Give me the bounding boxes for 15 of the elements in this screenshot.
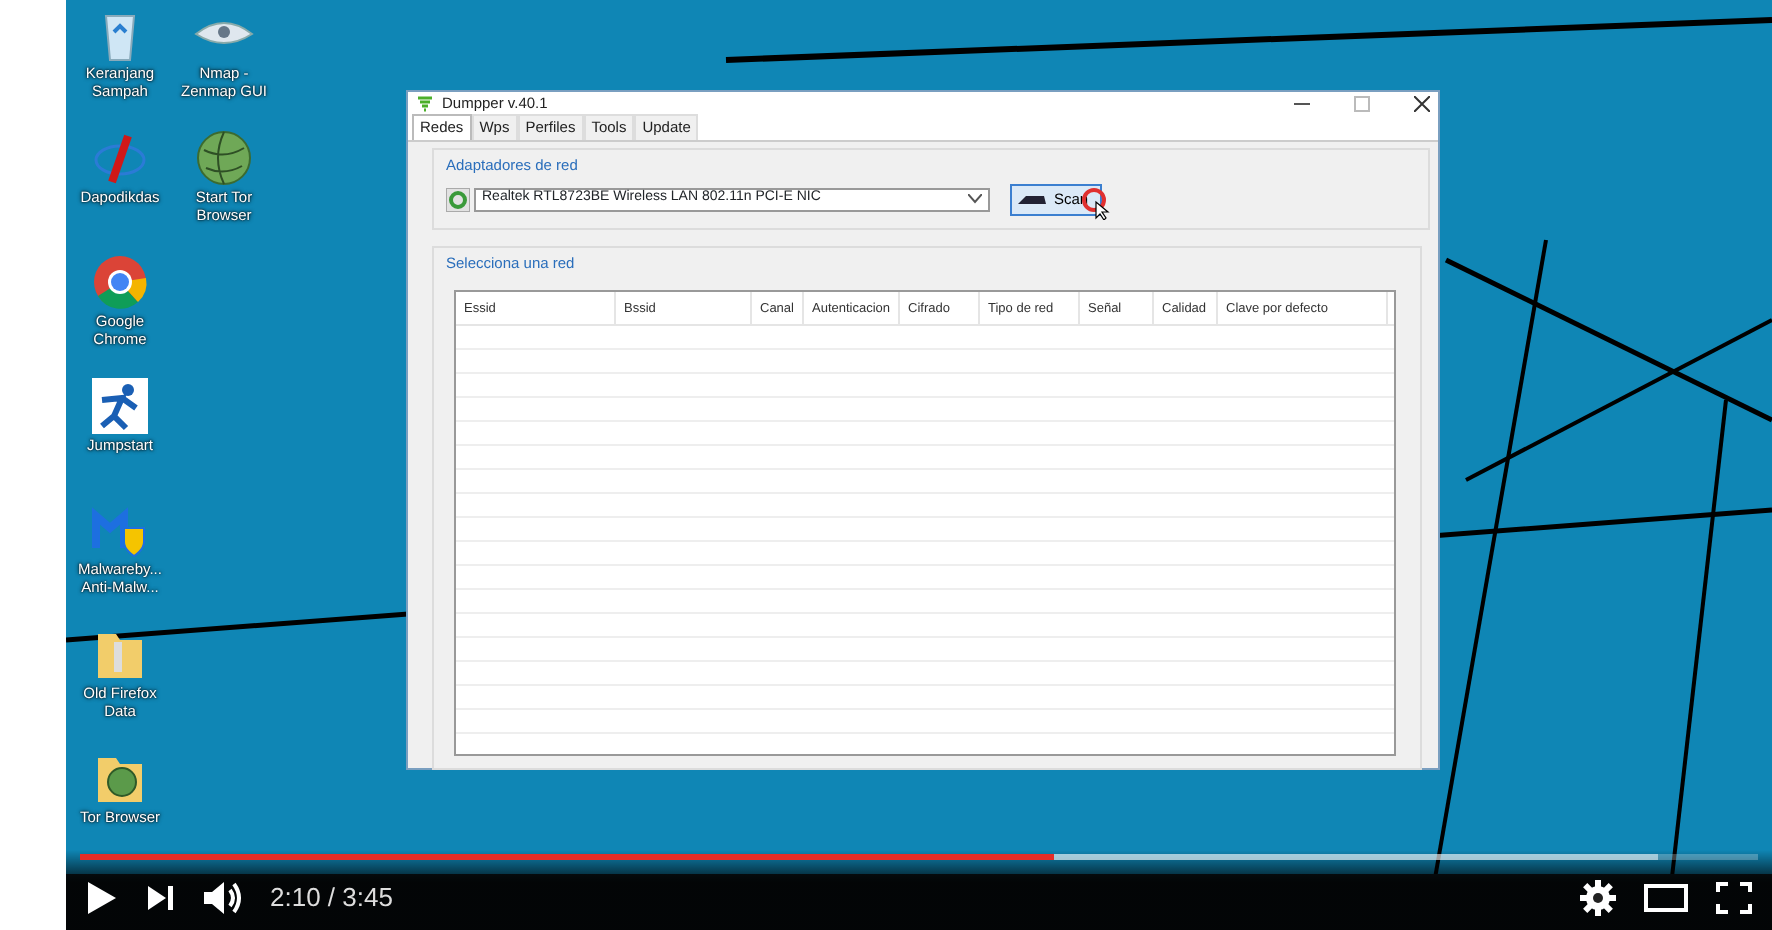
- volume-icon[interactable]: [202, 880, 242, 916]
- play-icon[interactable]: [86, 880, 118, 916]
- runner-icon[interactable]: [90, 376, 150, 436]
- close-icon[interactable]: [1414, 95, 1430, 112]
- dropdown-caret-icon: [968, 194, 982, 204]
- globe-icon[interactable]: [194, 128, 254, 188]
- fullscreen-icon[interactable]: [1716, 882, 1752, 914]
- time-display: 2:10 / 3:45: [270, 880, 393, 917]
- refresh-icon[interactable]: [446, 187, 470, 211]
- next-icon[interactable]: [146, 884, 174, 912]
- wifi-icon: [416, 93, 434, 114]
- settings-icon[interactable]: [1580, 880, 1616, 916]
- theater-mode-icon[interactable]: [1644, 884, 1688, 912]
- router-icon: [1018, 193, 1046, 205]
- chrome-icon[interactable]: [90, 252, 150, 312]
